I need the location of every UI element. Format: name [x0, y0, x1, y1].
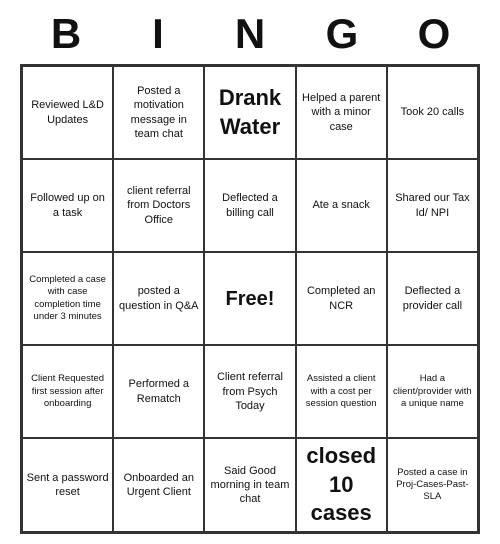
- bingo-cell-r2c4[interactable]: Deflected a provider call: [387, 252, 478, 345]
- bingo-title: B I N G O: [20, 0, 480, 64]
- title-letter-o: O: [404, 10, 464, 58]
- bingo-cell-r0c1[interactable]: Posted a motivation message in team chat: [113, 66, 204, 159]
- bingo-cell-r3c2[interactable]: Client referral from Psych Today: [204, 345, 295, 438]
- bingo-cell-r3c0[interactable]: Client Requested first session after onb…: [22, 345, 113, 438]
- title-letter-i: I: [128, 10, 188, 58]
- bingo-cell-r4c0[interactable]: Sent a password reset: [22, 438, 113, 532]
- bingo-cell-r1c0[interactable]: Followed up on a task: [22, 159, 113, 252]
- bingo-cell-r3c4[interactable]: Had a client/provider with a unique name: [387, 345, 478, 438]
- bingo-cell-r4c2[interactable]: Said Good morning in team chat: [204, 438, 295, 532]
- title-letter-n: N: [220, 10, 280, 58]
- bingo-cell-r2c0[interactable]: Completed a case with case completion ti…: [22, 252, 113, 345]
- bingo-cell-r4c3[interactable]: closed 10 cases: [296, 438, 387, 532]
- bingo-cell-r0c2[interactable]: Drank Water: [204, 66, 295, 159]
- bingo-cell-r0c0[interactable]: Reviewed L&D Updates: [22, 66, 113, 159]
- bingo-cell-r4c4[interactable]: Posted a case in Proj-Cases-Past-SLA: [387, 438, 478, 532]
- bingo-cell-r3c3[interactable]: Assisted a client with a cost per sessio…: [296, 345, 387, 438]
- bingo-cell-r2c1[interactable]: posted a question in Q&A: [113, 252, 204, 345]
- bingo-grid: Reviewed L&D UpdatesPosted a motivation …: [20, 64, 480, 534]
- bingo-cell-r4c1[interactable]: Onboarded an Urgent Client: [113, 438, 204, 532]
- bingo-cell-r1c2[interactable]: Deflected a billing call: [204, 159, 295, 252]
- bingo-cell-r0c3[interactable]: Helped a parent with a minor case: [296, 66, 387, 159]
- bingo-cell-r0c4[interactable]: Took 20 calls: [387, 66, 478, 159]
- bingo-cell-r1c4[interactable]: Shared our Tax Id/ NPI: [387, 159, 478, 252]
- bingo-cell-r1c1[interactable]: client referral from Doctors Office: [113, 159, 204, 252]
- title-letter-b: B: [36, 10, 96, 58]
- bingo-cell-r1c3[interactable]: Ate a snack: [296, 159, 387, 252]
- bingo-cell-r3c1[interactable]: Performed a Rematch: [113, 345, 204, 438]
- title-letter-g: G: [312, 10, 372, 58]
- bingo-cell-r2c2[interactable]: Free!: [204, 252, 295, 345]
- bingo-cell-r2c3[interactable]: Completed an NCR: [296, 252, 387, 345]
